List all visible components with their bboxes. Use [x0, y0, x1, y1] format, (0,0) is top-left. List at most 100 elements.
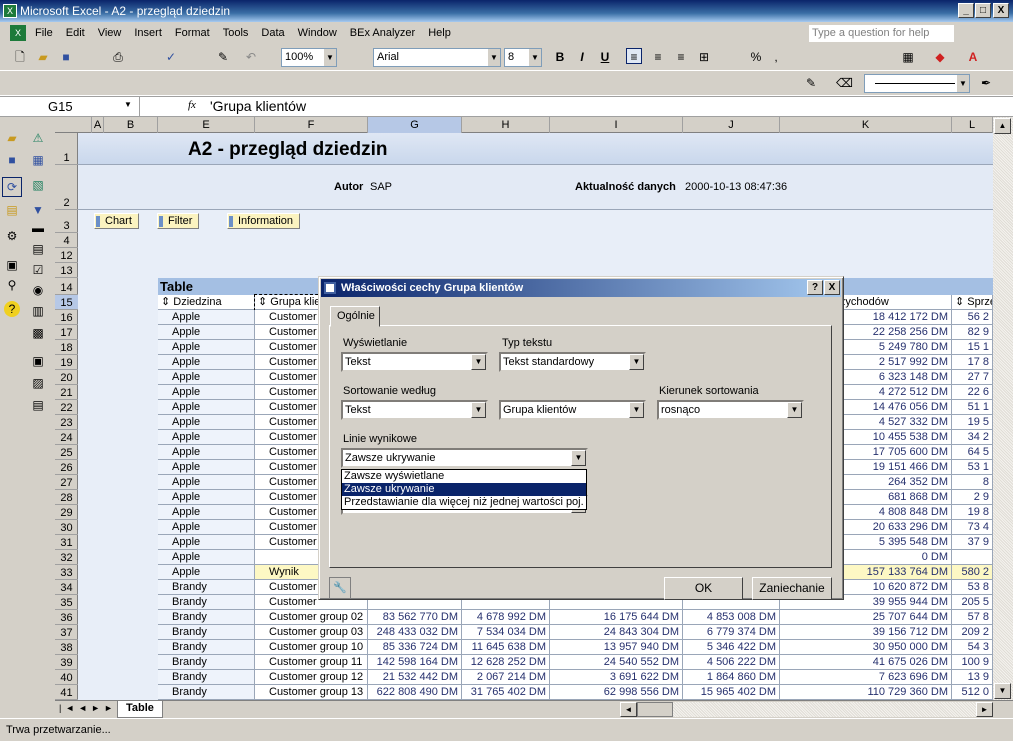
- insert-list-icon[interactable]: ▥: [30, 303, 46, 319]
- tab-table[interactable]: Table: [117, 701, 163, 718]
- scroll-left-button[interactable]: ◄: [620, 702, 637, 717]
- align-left-icon[interactable]: ≡: [626, 48, 642, 64]
- font-color-icon[interactable]: A: [965, 49, 981, 65]
- pen-icon[interactable]: ✒: [978, 75, 994, 91]
- row-header[interactable]: 31: [55, 535, 78, 550]
- merge-center-icon[interactable]: ⊞: [696, 49, 712, 65]
- row-header[interactable]: 15: [55, 295, 78, 310]
- eraser-icon[interactable]: ⌫: [836, 75, 853, 91]
- connect-icon[interactable]: ⚲: [4, 277, 20, 293]
- borders-icon[interactable]: ▦: [900, 49, 916, 65]
- row-header[interactable]: 13: [55, 263, 78, 278]
- help-icon[interactable]: ?: [4, 301, 20, 317]
- row-header[interactable]: 25: [55, 445, 78, 460]
- menu-insert[interactable]: Insert: [134, 27, 162, 39]
- column-header[interactable]: L: [952, 117, 993, 133]
- comma-button[interactable]: ,: [768, 49, 784, 65]
- insert-analysis-grid-icon[interactable]: ▦: [30, 152, 46, 168]
- cancel-button[interactable]: Zaniechanie: [752, 577, 832, 600]
- new-icon[interactable]: 🗋: [12, 49, 28, 65]
- menu-view[interactable]: View: [98, 27, 122, 39]
- menu-window[interactable]: Window: [298, 27, 337, 39]
- row-header[interactable]: 23: [55, 415, 78, 430]
- option-multiple-values[interactable]: Przedstawianie dla więcej niż jednej war…: [342, 496, 586, 509]
- row-header[interactable]: 40: [55, 670, 78, 685]
- font-select[interactable]: Arial ▼: [373, 48, 501, 67]
- minimize-button[interactable]: _: [958, 3, 974, 18]
- result-rows-select[interactable]: Zawsze ukrywanie ▼: [341, 448, 588, 468]
- row-header[interactable]: 18: [55, 340, 78, 355]
- formula-input[interactable]: 'Grupa klientów: [210, 98, 306, 114]
- scroll-right-button[interactable]: ►: [976, 702, 993, 717]
- sort-icon[interactable]: ⇕: [955, 296, 967, 308]
- menu-help[interactable]: Help: [428, 27, 451, 39]
- row-header[interactable]: 41: [55, 685, 78, 700]
- insert-navigation-pane-icon[interactable]: ▧: [30, 177, 46, 193]
- settings-icon[interactable]: ▣: [4, 257, 20, 273]
- zoom-select[interactable]: 100% ▼: [281, 48, 337, 67]
- save-icon[interactable]: ■: [58, 49, 74, 65]
- row-header[interactable]: 27: [55, 475, 78, 490]
- sort-direction-select[interactable]: rosnąco ▼: [657, 400, 804, 420]
- row-header[interactable]: 1: [55, 133, 78, 165]
- scroll-up-button[interactable]: ▲: [994, 118, 1011, 134]
- spelling-icon[interactable]: ✓: [163, 49, 179, 65]
- name-box-dropdown-icon[interactable]: ▼: [124, 100, 132, 109]
- insert-dropdown-icon[interactable]: ▤: [30, 241, 46, 257]
- format-painter-icon[interactable]: ✎: [215, 49, 231, 65]
- row-header[interactable]: 4: [55, 233, 78, 248]
- row-header[interactable]: 38: [55, 640, 78, 655]
- row-header[interactable]: 17: [55, 325, 78, 340]
- insert-checkbox-icon[interactable]: ☑: [30, 262, 46, 278]
- open-workbook-icon[interactable]: ▰: [4, 130, 20, 146]
- scroll-down-button[interactable]: ▼: [994, 683, 1011, 699]
- column-header[interactable]: A: [92, 117, 104, 133]
- menu-tools[interactable]: Tools: [223, 27, 249, 39]
- column-header[interactable]: H: [462, 117, 550, 133]
- filter-icon[interactable]: ▼: [30, 202, 46, 218]
- row-header[interactable]: 16: [55, 310, 78, 325]
- row-header[interactable]: 30: [55, 520, 78, 535]
- sort-by-select[interactable]: Tekst ▼: [341, 400, 488, 420]
- change-query-icon[interactable]: ▤: [4, 202, 20, 218]
- fill-color-icon[interactable]: ◆: [932, 49, 948, 65]
- row-header[interactable]: 14: [55, 278, 78, 295]
- save-workbook-icon[interactable]: ■: [4, 152, 20, 168]
- column-header[interactable]: J: [683, 117, 780, 133]
- row-header[interactable]: 35: [55, 595, 78, 610]
- underline-button[interactable]: U: [597, 49, 613, 65]
- undo-icon[interactable]: ↶: [243, 49, 259, 65]
- percent-button[interactable]: %: [748, 49, 764, 65]
- menu-bex-analyzer[interactable]: BEx Analyzer: [350, 27, 415, 39]
- insert-chart-icon[interactable]: ▨: [30, 375, 46, 391]
- dialog-help-button[interactable]: ?: [807, 280, 823, 295]
- print-icon[interactable]: ⎙: [110, 49, 126, 65]
- open-icon[interactable]: ▰: [35, 49, 51, 65]
- column-header[interactable]: G: [368, 117, 462, 133]
- design-mode-icon[interactable]: ⚠: [30, 130, 46, 146]
- sort-icon[interactable]: ⇕: [161, 296, 173, 308]
- insert-button-icon[interactable]: ▬: [30, 220, 46, 236]
- insert-info-icon[interactable]: ▤: [30, 397, 46, 413]
- horizontal-scrollbar[interactable]: ◄ ►: [620, 702, 993, 717]
- row-header[interactable]: 26: [55, 460, 78, 475]
- row-header[interactable]: 32: [55, 550, 78, 565]
- fx-icon[interactable]: fx: [188, 99, 196, 111]
- row-header[interactable]: 21: [55, 385, 78, 400]
- row-header[interactable]: 29: [55, 505, 78, 520]
- tab-navigation-buttons[interactable]: |◄◄►►|: [59, 703, 123, 713]
- scroll-thumb[interactable]: [637, 702, 673, 717]
- row-header[interactable]: 22: [55, 400, 78, 415]
- row-header[interactable]: 3: [55, 210, 78, 233]
- row-header[interactable]: 37: [55, 625, 78, 640]
- bold-button[interactable]: B: [552, 49, 568, 65]
- workbook-icon[interactable]: X: [10, 25, 26, 41]
- align-center-icon[interactable]: ≡: [650, 49, 666, 65]
- close-button[interactable]: X: [993, 3, 1009, 18]
- refresh-icon[interactable]: ⟳: [2, 177, 22, 197]
- sort-attribute-select[interactable]: Grupa klientów ▼: [499, 400, 646, 420]
- line-style-select[interactable]: ▼: [864, 74, 970, 93]
- row-header[interactable]: 34: [55, 580, 78, 595]
- information-button[interactable]: Information: [227, 213, 301, 229]
- display-select[interactable]: Tekst ▼: [341, 352, 488, 372]
